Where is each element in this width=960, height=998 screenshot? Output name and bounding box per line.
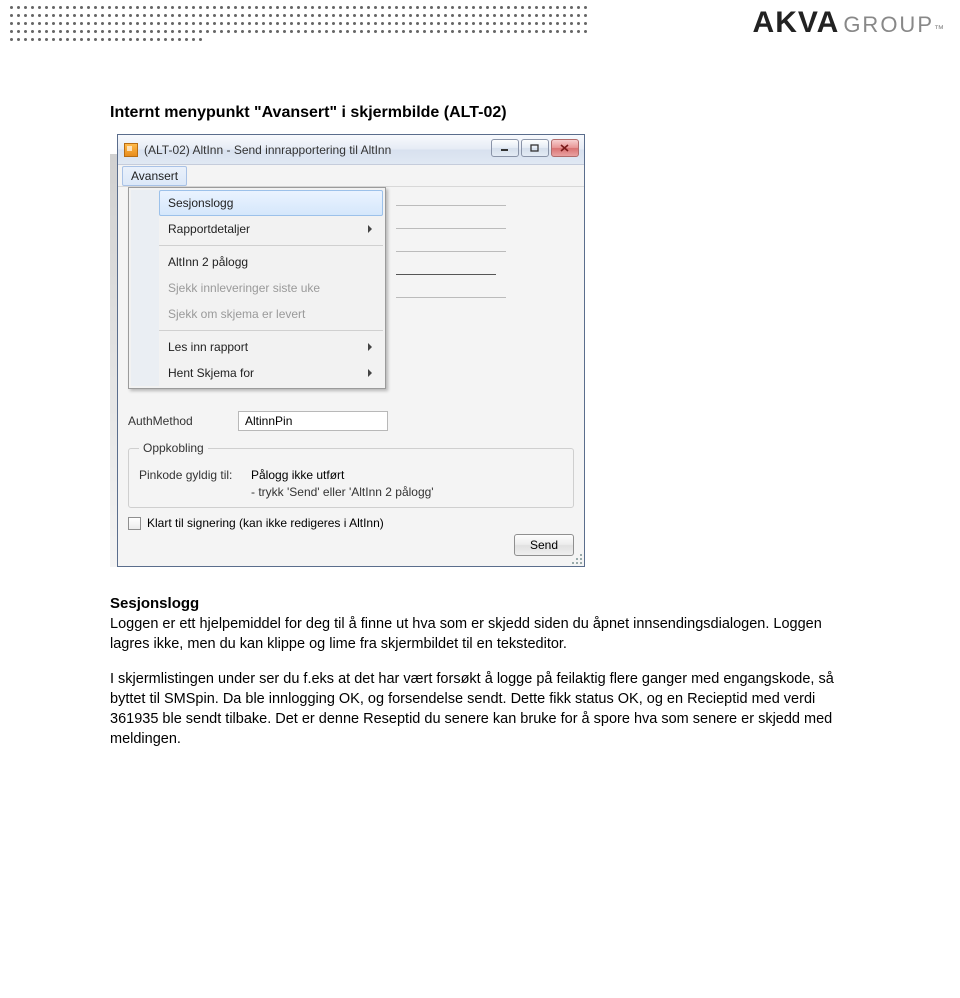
screenshot-wrapper: (ALT-02) AltInn - Send innrapportering t… <box>110 134 850 567</box>
field-authmethod: AuthMethod <box>128 411 574 431</box>
app-window: (ALT-02) AltInn - Send innrapportering t… <box>117 134 585 567</box>
menu-item-les-inn-rapport[interactable]: Les inn rapport <box>159 334 383 360</box>
field-label: AuthMethod <box>128 414 238 428</box>
paragraph-2: I skjermlistingen under ser du f.eks at … <box>110 669 850 750</box>
header-dots <box>10 6 590 42</box>
menu-item-sjekk-skjema-levert: Sjekk om skjema er levert <box>159 301 383 327</box>
window-titlebar[interactable]: (ALT-02) AltInn - Send innrapportering t… <box>118 135 584 165</box>
page-header: AKVA GROUP ™ <box>0 0 960 48</box>
send-button[interactable]: Send <box>514 534 574 556</box>
menu-item-label: Les inn rapport <box>168 340 248 354</box>
page-title: Internt menypunkt "Avansert" i skjermbil… <box>110 104 850 122</box>
window-controls <box>491 139 579 157</box>
pin-status-line2: - trykk 'Send' eller 'AltInn 2 pålogg' <box>251 485 563 499</box>
document-body: Internt menypunkt "Avansert" i skjermbil… <box>0 48 960 804</box>
minimize-icon <box>500 144 510 152</box>
menu-item-label: AltInn 2 pålogg <box>168 255 248 269</box>
chevron-right-icon <box>368 343 372 351</box>
logo-brand: AKVA <box>753 6 840 40</box>
resize-grip-icon[interactable] <box>570 552 582 564</box>
chevron-right-icon <box>368 225 372 233</box>
checkbox-klart-signering-row: Klart til signering (kan ikke redigeres … <box>128 516 574 530</box>
section-heading: Sesjonslogg <box>110 595 850 612</box>
app-icon <box>124 143 138 157</box>
minimize-button[interactable] <box>491 139 519 157</box>
chevron-right-icon <box>368 369 372 377</box>
menu-item-sesjonslogg[interactable]: Sesjonslogg <box>159 190 383 216</box>
menu-item-rapportdetaljer[interactable]: Rapportdetaljer <box>159 216 383 242</box>
window-title: (ALT-02) AltInn - Send innrapportering t… <box>144 143 391 157</box>
menu-item-label: Hent Skjema for <box>168 366 254 380</box>
menu-item-label: Sjekk om skjema er levert <box>168 307 305 321</box>
menu-item-sjekk-innleveringer: Sjekk innleveringer siste uke <box>159 275 383 301</box>
group-legend: Oppkobling <box>139 441 208 455</box>
paragraph-1: Loggen er ett hjelpemiddel for deg til å… <box>110 614 850 655</box>
menu-separator <box>159 245 383 246</box>
pin-status-line1: Pålogg ikke utført <box>251 468 344 482</box>
maximize-button[interactable] <box>521 139 549 157</box>
menu-item-label: Rapportdetaljer <box>168 222 250 236</box>
menubar: Avansert <box>118 165 584 187</box>
checkbox-label: Klart til signering (kan ikke redigeres … <box>147 516 384 530</box>
menu-separator <box>159 330 383 331</box>
menu-item-label: Sesjonslogg <box>168 196 233 210</box>
dropdown-avansert: Sesjonslogg Rapportdetaljer AltInn 2 pål… <box>128 187 386 389</box>
close-icon <box>560 144 570 152</box>
authmethod-input[interactable] <box>238 411 388 431</box>
group-oppkobling: Oppkobling Pinkode gyldig til: Pålogg ik… <box>128 441 574 508</box>
menu-item-hent-skjema-for[interactable]: Hent Skjema for <box>159 360 383 386</box>
logo-tm: ™ <box>934 24 944 35</box>
checkbox-klart-signering[interactable] <box>128 517 141 530</box>
menu-item-altinn2-palogg[interactable]: AltInn 2 pålogg <box>159 249 383 275</box>
menu-item-label: Sjekk innleveringer siste uke <box>168 281 320 295</box>
brand-logo: AKVA GROUP ™ <box>753 6 944 40</box>
menu-avansert[interactable]: Avansert <box>122 166 187 186</box>
logo-suffix: GROUP <box>843 12 934 38</box>
close-button[interactable] <box>551 139 579 157</box>
maximize-icon <box>530 144 540 152</box>
pin-label: Pinkode gyldig til: <box>139 468 251 482</box>
obscured-fields <box>396 199 506 439</box>
